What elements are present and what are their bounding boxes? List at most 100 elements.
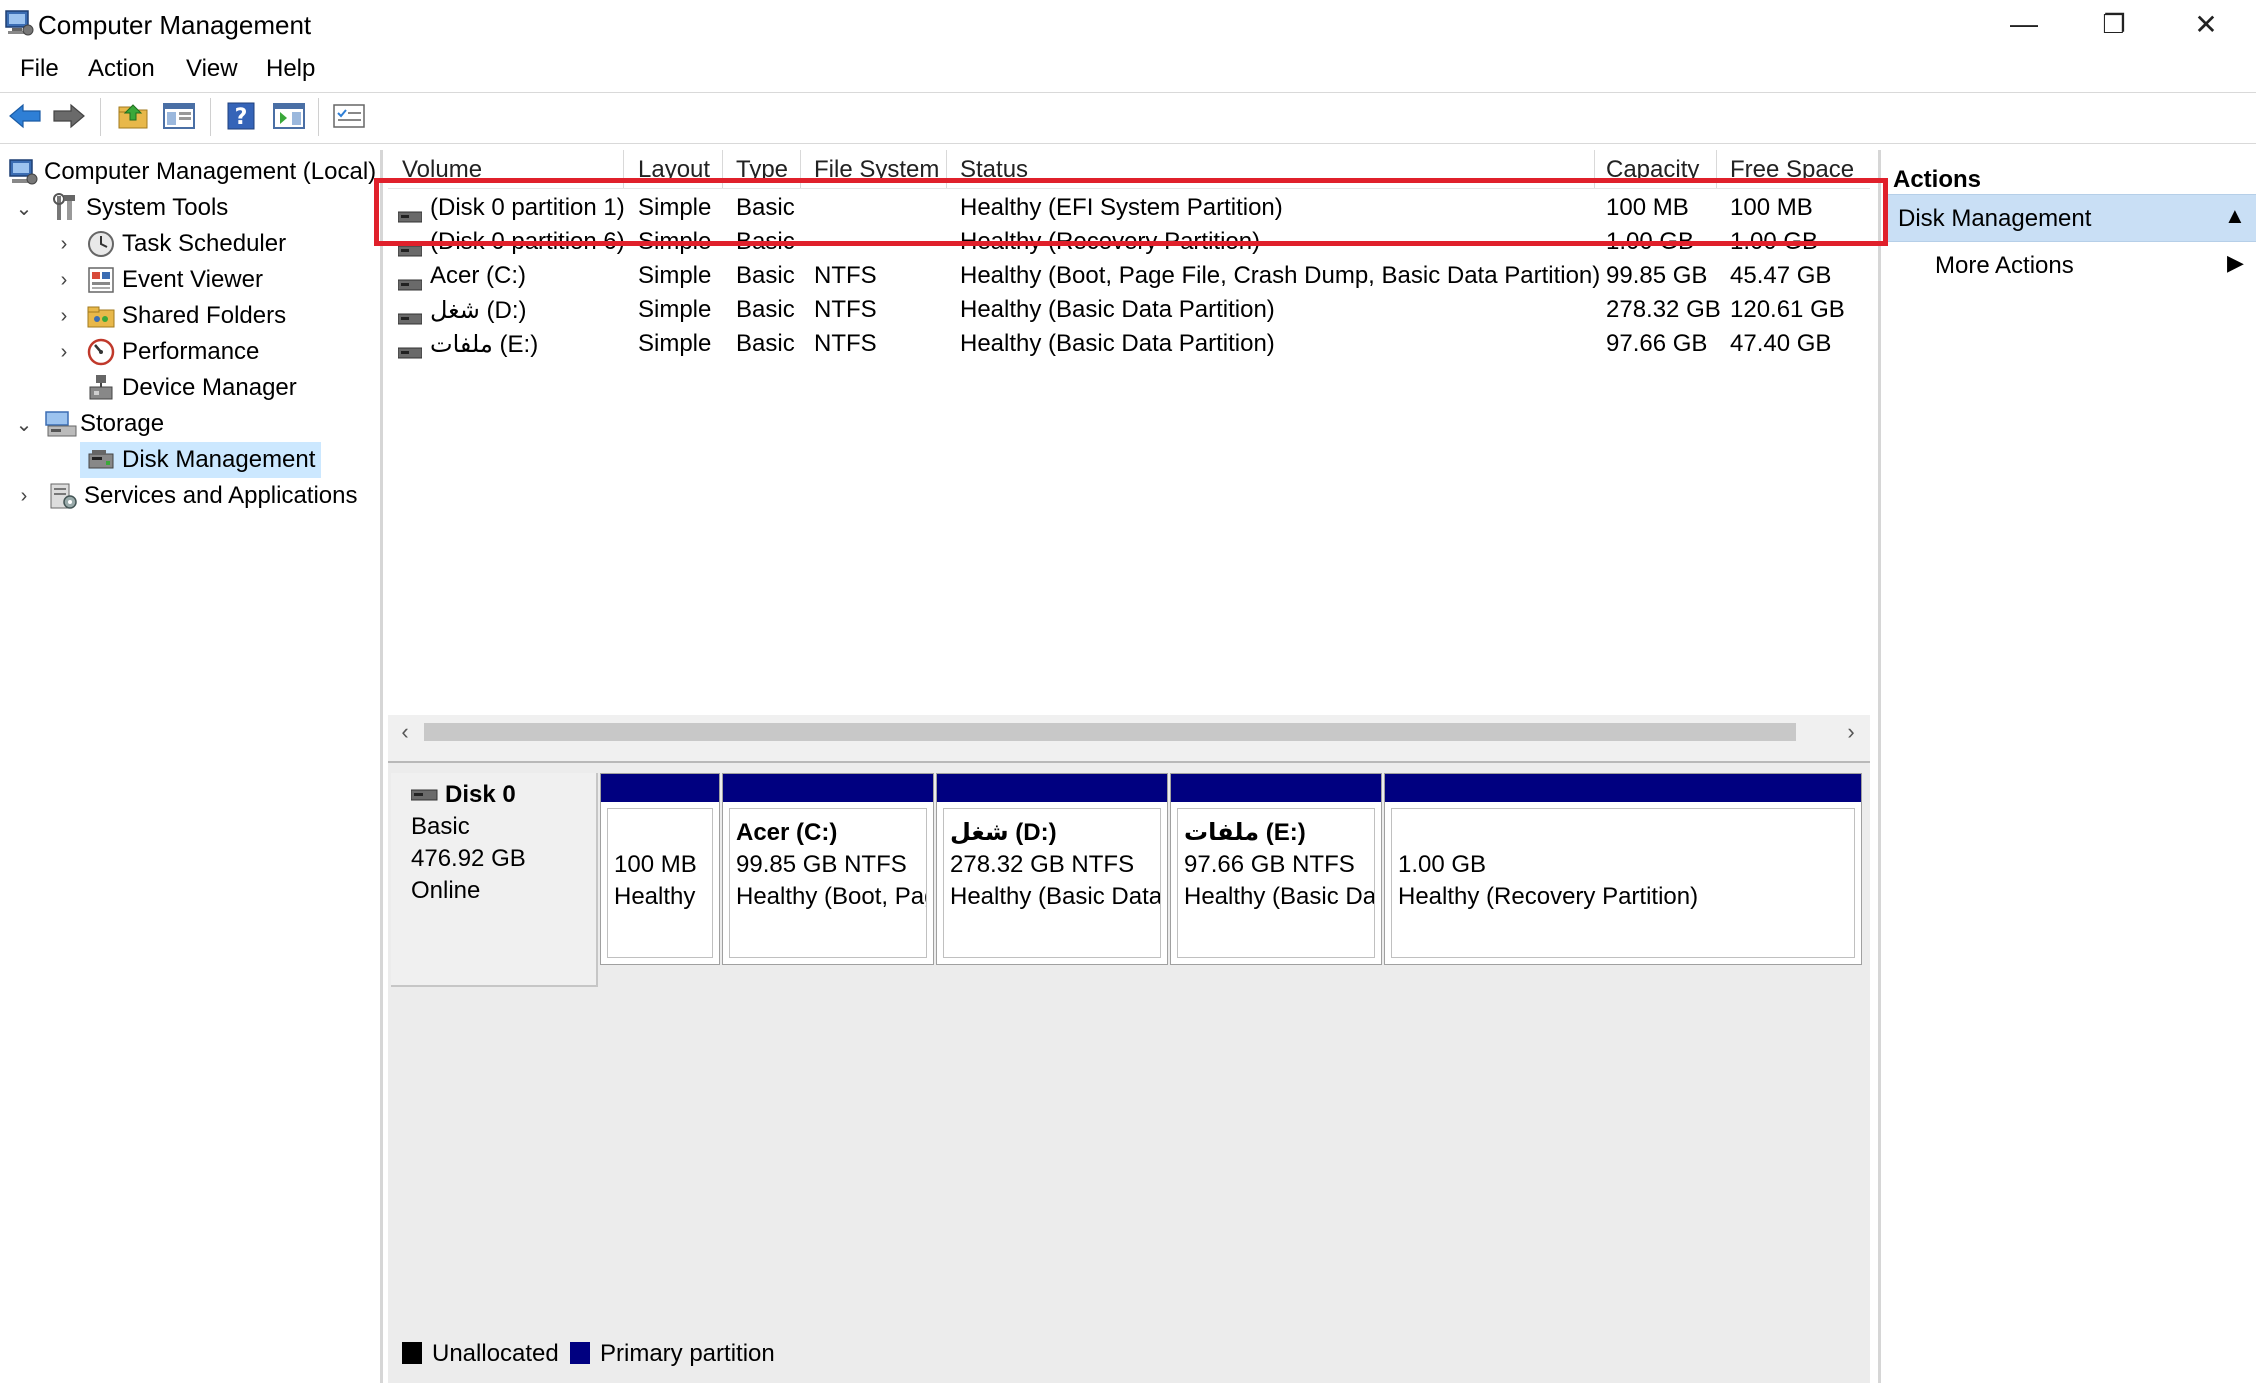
volume-name: شغل (D:) (430, 297, 527, 324)
services-icon (48, 481, 78, 511)
volume-capacity: 97.66 GB (1606, 330, 1708, 357)
volume-free-space: 47.40 GB (1730, 330, 1832, 357)
show-hide-console-tree-icon[interactable] (162, 99, 196, 133)
volume-layout: Simple (638, 296, 712, 323)
scroll-right-icon[interactable]: › (1836, 717, 1866, 747)
actions-section-disk-management[interactable]: Disk Management ▲ (1887, 194, 2256, 242)
column-separator[interactable] (1594, 150, 1595, 188)
scrollbar-thumb[interactable] (424, 723, 1796, 741)
svg-text:?: ? (235, 105, 248, 130)
tree-item-device-manager[interactable]: Device Manager (86, 370, 297, 406)
storage-icon (44, 409, 77, 439)
column-header-type[interactable]: Type (736, 156, 804, 186)
help-icon[interactable]: ? (224, 99, 258, 133)
menu-view[interactable]: View (186, 55, 238, 83)
properties-icon[interactable] (332, 99, 366, 133)
table-row[interactable]: شغل (D:) Simple Basic NTFS Healthy (Basi… (388, 292, 1870, 326)
scroll-left-icon[interactable]: ‹ (390, 717, 420, 747)
column-header-volume[interactable]: Volume (402, 156, 632, 186)
show-hide-action-pane-icon[interactable] (272, 99, 306, 133)
tree-item-label: Disk Management (122, 446, 316, 473)
pane-splitter[interactable] (388, 749, 1870, 763)
partition-efi[interactable]: 100 MB Healthy (600, 773, 720, 965)
tree-item-services-applications[interactable]: › Services and Applications (12, 478, 358, 514)
volume-status: Healthy (Boot, Page File, Crash Dump, Ba… (960, 262, 1600, 289)
partition-d[interactable]: شغل (D:) 278.32 GB NTFS Healthy (Basic D… (936, 773, 1168, 965)
tree-item-system-tools[interactable]: ⌄ System Tools (12, 190, 228, 226)
close-button[interactable]: ✕ (2160, 0, 2252, 48)
partition-details: ملفات (E:) 97.66 GB NTFS Healthy (Basic … (1177, 808, 1375, 958)
primary-partition-bar (1171, 774, 1381, 802)
drive-icon (397, 270, 423, 291)
minimize-button[interactable]: — (1978, 0, 2070, 48)
chevron-right-icon[interactable]: › (52, 304, 76, 328)
tree-item-computer-management[interactable]: Computer Management (Local) (8, 154, 376, 190)
restore-button[interactable]: ❐ (2068, 0, 2160, 48)
chevron-down-icon[interactable]: ⌄ (12, 196, 36, 220)
menu-help[interactable]: Help (266, 55, 315, 83)
computer-management-icon (4, 8, 34, 38)
chevron-right-icon[interactable]: › (12, 484, 36, 508)
tree-item-label: Event Viewer (122, 266, 263, 293)
column-header-file-system[interactable]: File System (814, 156, 944, 186)
tree-item-disk-management[interactable]: Disk Management (80, 442, 322, 478)
table-row[interactable]: (Disk 0 partition 6) Simple Basic Health… (388, 224, 1870, 258)
partition-c[interactable]: Acer (C:) 99.85 GB NTFS Healthy (Boot, P… (722, 773, 934, 965)
volume-layout: Simple (638, 330, 712, 357)
menu-file[interactable]: File (20, 55, 59, 83)
disk-icon (410, 781, 439, 801)
volume-status: Healthy (EFI System Partition) (960, 194, 1283, 221)
tree-item-label: System Tools (86, 194, 229, 221)
partition-recovery[interactable]: 1.00 GB Healthy (Recovery Partition) (1384, 773, 1862, 965)
column-separator[interactable] (946, 150, 947, 188)
volume-name: Acer (C:) (430, 262, 526, 289)
chevron-down-icon[interactable]: ⌄ (12, 412, 36, 436)
tree-item-shared-folders[interactable]: › Shared Folders (52, 298, 286, 334)
volume-capacity: 99.85 GB (1606, 262, 1708, 289)
table-row[interactable]: Acer (C:) Simple Basic NTFS Healthy (Boo… (388, 258, 1870, 292)
table-row[interactable]: (Disk 0 partition 1) Simple Basic Health… (388, 190, 1870, 224)
column-header-capacity[interactable]: Capacity (1606, 156, 1721, 186)
partition-size: 97.66 GB NTFS (1184, 851, 1355, 878)
partition-details: 100 MB Healthy (607, 808, 713, 958)
partition-status: Healthy (Recovery Partition) (1398, 883, 1699, 910)
volume-type: Basic (736, 330, 795, 357)
up-folder-icon[interactable] (116, 99, 150, 133)
column-separator[interactable] (623, 150, 624, 188)
chevron-right-icon[interactable]: › (52, 232, 76, 256)
tree-item-task-scheduler[interactable]: › Task Scheduler (52, 226, 286, 262)
disk-size: 476.92 GB (411, 845, 526, 872)
column-header-free-space[interactable]: Free Space (1730, 156, 1860, 186)
primary-partition-bar (601, 774, 719, 802)
chevron-right-icon[interactable]: › (52, 340, 76, 364)
tree-item-storage[interactable]: ⌄ Storage (12, 406, 164, 442)
menu-action[interactable]: Action (88, 55, 155, 83)
column-separator[interactable] (800, 150, 801, 188)
volume-file-system: NTFS (814, 262, 877, 289)
column-header-status[interactable]: Status (960, 156, 1260, 186)
back-arrow-icon[interactable] (8, 99, 42, 133)
table-row[interactable]: ملفات (E:) Simple Basic NTFS Healthy (Ba… (388, 326, 1870, 360)
tree-item-event-viewer[interactable]: › Event Viewer (52, 262, 263, 298)
volume-free-space: 45.47 GB (1730, 262, 1832, 289)
partition-size: 1.00 GB (1398, 851, 1487, 878)
column-header-layout[interactable]: Layout (638, 156, 718, 186)
legend-primary-label: Primary partition (600, 1340, 775, 1367)
volume-capacity: 278.32 GB (1606, 296, 1721, 323)
horizontal-scrollbar[interactable]: ‹ › (388, 715, 1870, 749)
more-actions-item[interactable]: More Actions ▶ (1887, 244, 2256, 288)
volume-status: Healthy (Basic Data Partition) (960, 330, 1275, 357)
tree-item-label: Performance (122, 338, 260, 365)
volume-name: (Disk 0 partition 6) (430, 228, 625, 255)
collapse-arrow-icon[interactable]: ▲ (2224, 203, 2246, 229)
volume-list-header: Volume Layout Type File System Status Ca… (388, 150, 1870, 189)
legend-unallocated-label: Unallocated (432, 1340, 559, 1367)
forward-arrow-icon[interactable] (52, 99, 86, 133)
disk-management-pane: Volume Layout Type File System Status Ca… (388, 150, 1870, 1383)
column-separator[interactable] (1716, 150, 1717, 188)
column-separator[interactable] (722, 150, 723, 188)
partition-e[interactable]: ملفات (E:) 97.66 GB NTFS Healthy (Basic … (1170, 773, 1382, 965)
chevron-right-icon[interactable]: › (52, 268, 76, 292)
tree-item-performance[interactable]: › Performance (52, 334, 259, 370)
disk-info[interactable]: Disk 0 Basic 476.92 GB Online (391, 773, 598, 987)
